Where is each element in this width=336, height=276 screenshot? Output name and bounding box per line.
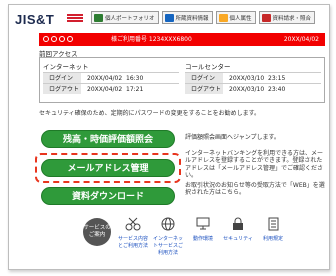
internet-heading: インターネット <box>43 63 89 71</box>
document-icon <box>268 217 279 231</box>
download-description: お取引状況のお知らせ等の受取方法で「WEB」を選択された方はこちら。 <box>185 182 325 197</box>
security-link[interactable]: セキュリティ <box>222 217 254 256</box>
scissors-icon <box>125 217 141 231</box>
service-label: セキュリティ <box>223 236 253 242</box>
internet-access: インターネット ログイン 20XX/04/02 16:30 ログアウト 20XX… <box>43 61 179 94</box>
tab-profile[interactable]: 個人属性 <box>215 11 256 24</box>
terms-link[interactable]: 利用規定 <box>257 217 289 256</box>
row-label: ログアウト <box>185 84 223 94</box>
internet-login-row: ログイン 20XX/04/02 16:30 <box>43 72 179 83</box>
services-list: サービス内容とご利用方法 インターネットサービスご利用方法 動作環境 セキュリテ… <box>117 217 289 256</box>
browser-frame: JIS&T 個人ポートフォリオ 所蔵資料情報 個人属性 資料請求・照合 様ご利用… <box>8 4 330 270</box>
service-label: 動作環境 <box>192 236 213 242</box>
service-label: サービス内容とご利用方法 <box>117 236 148 249</box>
banner-date: 20XX/04/02 <box>283 36 319 43</box>
profile-icon <box>218 13 228 22</box>
logo-stripes-icon <box>67 14 83 24</box>
tab-label: 資料請求・照合 <box>272 15 312 22</box>
email-description: インターネットバンキングを利用できる方は、メールアドレスを登録することができます… <box>185 150 324 179</box>
tab-documents[interactable]: 資料請求・照合 <box>258 11 316 24</box>
environment-link[interactable]: 動作環境 <box>187 217 219 256</box>
documents-icon <box>261 13 271 22</box>
tab-portfolio[interactable]: 個人ポートフォリオ <box>91 11 159 24</box>
callcenter-access: コールセンター ログイン 20XX/03/10 23:15 ログアウト 20XX… <box>185 61 321 94</box>
email-management-button[interactable]: メールアドレス管理 <box>41 159 175 177</box>
user-banner: 様ご利用番号 1234XXX6800 20XX/04/02 <box>39 33 325 46</box>
site-logo[interactable]: JIS&T <box>15 12 83 27</box>
tab-label: 所蔵資料情報 <box>175 15 209 22</box>
portfolio-icon <box>94 13 103 22</box>
row-value: 20XX/03/10 23:15 <box>229 75 286 82</box>
internet-logout-row: ログアウト 20XX/04/02 17:21 <box>43 83 179 94</box>
row-value: 20XX/04/02 16:30 <box>87 75 144 82</box>
globe-icon <box>161 217 175 231</box>
row-value: 20XX/04/02 17:21 <box>87 86 144 93</box>
service-label: インターネットサービスご利用方法 <box>152 236 183 256</box>
row-label: ログイン <box>43 73 81 83</box>
balance-inquiry-button[interactable]: 残高・時価評価額照会 <box>41 130 175 148</box>
row-value: 20XX/03/10 23:40 <box>229 86 286 93</box>
holdings-icon <box>164 13 174 22</box>
tab-label: 個人ポートフォリオ <box>105 15 155 22</box>
services-badge: サービスのご案内 <box>83 218 111 246</box>
internet-service-link[interactable]: インターネットサービスご利用方法 <box>152 217 184 256</box>
tab-holdings[interactable]: 所蔵資料情報 <box>161 11 213 24</box>
service-label: 利用規定 <box>262 236 283 242</box>
status-dots <box>43 36 73 42</box>
access-panel: インターネット ログイン 20XX/04/02 16:30 ログアウト 20XX… <box>39 57 325 103</box>
lock-icon <box>233 217 243 230</box>
callcenter-heading: コールセンター <box>185 63 231 71</box>
security-notice: セキュリティ確保のため、定期的にパスワードの変更をすることをお勧めします。 <box>39 110 261 117</box>
row-label: ログアウト <box>43 84 81 94</box>
callcenter-logout-row: ログアウト 20XX/03/10 23:40 <box>185 83 321 94</box>
row-label: ログイン <box>185 73 223 83</box>
service-usage-link[interactable]: サービス内容とご利用方法 <box>117 217 149 256</box>
tab-label: 個人属性 <box>229 15 252 22</box>
callcenter-login-row: ログイン 20XX/03/10 23:15 <box>185 72 321 83</box>
header-tabs: 個人ポートフォリオ 所蔵資料情報 個人属性 資料請求・照合 <box>91 11 316 24</box>
computer-icon <box>196 217 210 230</box>
document-download-button[interactable]: 資料ダウンロード <box>41 187 175 205</box>
user-id: 様ご利用番号 1234XXX6800 <box>111 36 192 43</box>
balance-description: 評価額照会画面へジャンプします。 <box>185 134 280 141</box>
